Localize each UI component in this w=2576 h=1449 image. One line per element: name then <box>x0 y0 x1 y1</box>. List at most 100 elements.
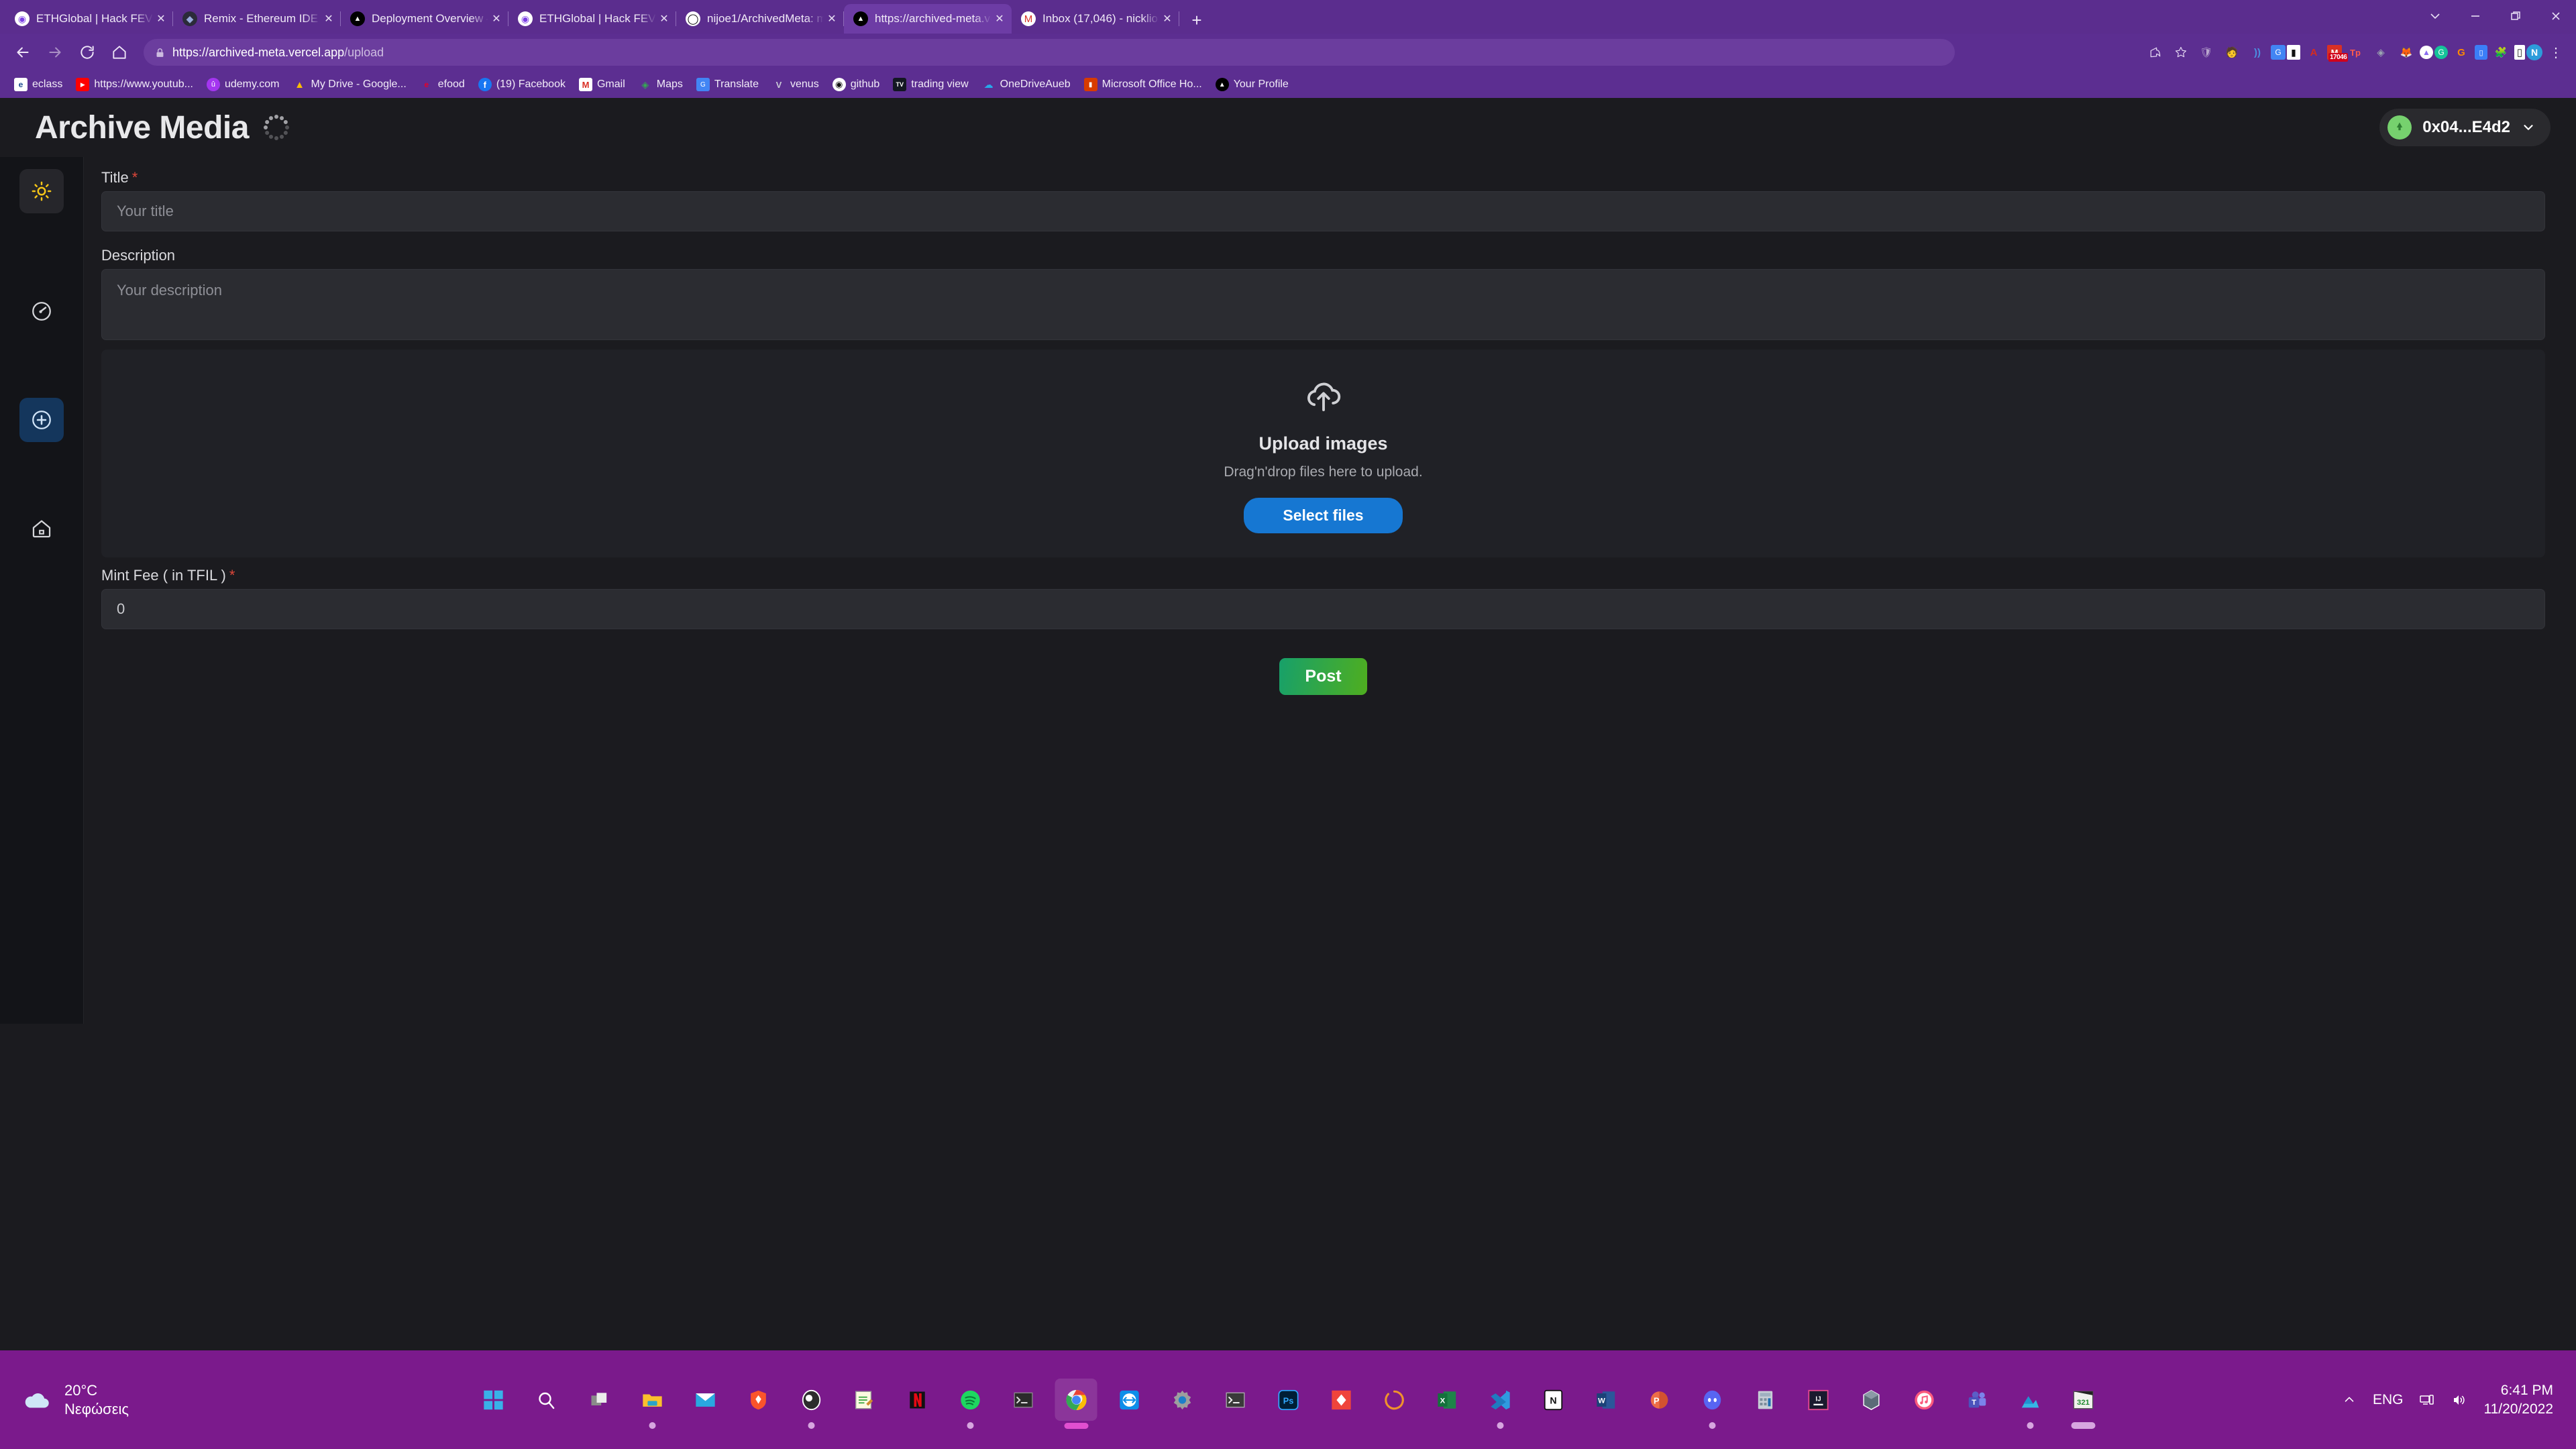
shield-extension-icon[interactable]: 🛡 <box>2194 40 2218 64</box>
adobe-extension-icon[interactable]: A <box>2302 40 2326 64</box>
tab-close-button[interactable]: ✕ <box>991 11 1008 27</box>
bookmark-item[interactable]: ▲ My Drive - Google... <box>287 75 413 94</box>
file-explorer-icon[interactable] <box>631 1379 674 1421</box>
volume-icon[interactable] <box>2451 1392 2467 1408</box>
vs-code-icon[interactable] <box>1479 1379 1521 1421</box>
bookmark-item[interactable]: f (19) Facebook <box>472 75 572 94</box>
browser-tab[interactable]: ◉ ETHGlobal | Hack FEVM ✕ <box>5 4 173 34</box>
bookmark-item[interactable]: ▲ Your Profile <box>1210 75 1295 94</box>
bitwarden-extension-icon[interactable]: ▯ <box>2475 45 2487 60</box>
puzzle-extensions-icon[interactable]: 🧩 <box>2489 40 2513 64</box>
bookmark-item[interactable]: G Translate <box>690 75 765 94</box>
back-icon[interactable] <box>8 38 38 67</box>
terminal-icon[interactable] <box>1002 1379 1044 1421</box>
anydesk-icon[interactable] <box>1320 1379 1362 1421</box>
browser-tab[interactable]: ◆ Remix - Ethereum IDE ✕ <box>173 4 341 34</box>
pocket-extension-icon[interactable]: ▮ <box>2287 45 2300 60</box>
description-input[interactable]: Your description <box>101 269 2545 340</box>
bookmark-item[interactable]: ◉ github <box>826 75 886 94</box>
browser-tab[interactable]: ◉ ETHGlobal | Hack FEVM ✕ <box>508 4 676 34</box>
browser-tab[interactable]: ◯ nijoe1/ArchivedMeta: my Hack FE ✕ <box>676 4 844 34</box>
phantom-extension-icon[interactable]: ▯ <box>2514 45 2525 60</box>
netflix-icon[interactable] <box>896 1379 938 1421</box>
command-prompt-icon[interactable] <box>1214 1379 1256 1421</box>
bookmark-item[interactable]: e efood <box>414 75 471 94</box>
bookmark-item[interactable]: e eclass <box>8 75 68 94</box>
task-view-icon[interactable] <box>578 1379 621 1421</box>
sidebar-item-create[interactable] <box>19 398 64 442</box>
home-icon[interactable] <box>105 38 134 67</box>
browser-tab-active[interactable]: ▲ https://archived-meta.vercel.app/ ✕ <box>844 4 1012 34</box>
browser-tab[interactable]: ▲ Deployment Overview – Dashboa ✕ <box>341 4 508 34</box>
title-input[interactable]: Your title <box>101 191 2545 231</box>
face-extension-icon[interactable]: 🧑 <box>2220 40 2244 64</box>
tab-close-button[interactable]: ✕ <box>153 11 169 27</box>
network-icon[interactable] <box>2419 1392 2435 1408</box>
new-tab-button[interactable]: + <box>1183 7 1210 34</box>
sidebar-item-dashboard[interactable] <box>19 289 64 333</box>
bookmark-item[interactable]: ▶ https://www.youtub... <box>70 75 199 94</box>
photoshop-icon[interactable]: Ps <box>1267 1379 1309 1421</box>
google-chrome-icon[interactable] <box>1055 1379 1097 1421</box>
metamask-extension-icon[interactable]: 🦊 <box>2394 40 2418 64</box>
photos-icon[interactable] <box>2009 1379 2051 1421</box>
select-files-button[interactable]: Select files <box>1244 497 1403 533</box>
notion-extension-icon[interactable]: N <box>2526 44 2542 60</box>
address-bar[interactable]: https://archived-meta.vercel.app/upload <box>144 39 1955 66</box>
tab-close-button[interactable]: ✕ <box>1159 11 1175 27</box>
notion-icon[interactable]: N <box>1532 1379 1574 1421</box>
spotify-icon[interactable] <box>949 1379 991 1421</box>
itunes-icon[interactable] <box>1903 1379 1945 1421</box>
bookmark-item[interactable]: V venus <box>766 75 825 94</box>
notepad-icon[interactable] <box>843 1379 885 1421</box>
reload-icon[interactable] <box>72 38 102 67</box>
bookmark-item[interactable]: ☁ OneDriveAueb <box>976 75 1077 94</box>
intellij-idea-icon[interactable]: IJ <box>1797 1379 1839 1421</box>
weather-widget[interactable]: 20°C Νεφώσεις <box>0 1381 129 1418</box>
google-translate-extension-icon[interactable]: G <box>2271 45 2286 60</box>
cast-icon[interactable]: )) <box>2245 40 2269 64</box>
tab-close-button[interactable]: ✕ <box>824 11 840 27</box>
movie-maker-icon[interactable]: 321 <box>2062 1379 2104 1421</box>
language-indicator[interactable]: ENG <box>2373 1392 2404 1408</box>
bookmark-item[interactable]: ◈ Maps <box>633 75 689 94</box>
gmail-checker-extension-icon[interactable]: M 17046 <box>2327 45 2349 62</box>
bookmark-item[interactable]: M Gmail <box>573 75 631 94</box>
metamask-flask-extension-icon[interactable]: ◈ <box>2369 40 2393 64</box>
tab-close-button[interactable]: ✕ <box>321 11 337 27</box>
sidebar-item-home[interactable] <box>19 506 64 551</box>
mint-fee-input[interactable]: 0 <box>101 589 2545 629</box>
discord-icon[interactable] <box>1691 1379 1733 1421</box>
calculator-icon[interactable] <box>1744 1379 1786 1421</box>
upload-dropzone[interactable]: Upload images Drag'n'drop files here to … <box>101 350 2545 557</box>
bookmark-item[interactable]: û udemy.com <box>201 75 286 94</box>
search-taskbar-icon[interactable] <box>525 1379 568 1421</box>
minimize-icon[interactable] <box>2455 0 2496 32</box>
clock[interactable]: 6:41 PM 11/20/2022 <box>2483 1381 2553 1418</box>
powerpoint-icon[interactable]: P <box>1638 1379 1680 1421</box>
tab-close-button[interactable]: ✕ <box>656 11 672 27</box>
word-icon[interactable]: W <box>1585 1379 1627 1421</box>
start-button[interactable] <box>472 1379 515 1421</box>
chrome-menu-icon[interactable]: ⋮ <box>2544 40 2568 64</box>
bookmark-item[interactable]: ▮ Microsoft Office Ho... <box>1078 75 1208 94</box>
tab-close-button[interactable]: ✕ <box>488 11 504 27</box>
settings-icon[interactable] <box>1161 1379 1203 1421</box>
teamviewer-icon[interactable] <box>1108 1379 1150 1421</box>
brave-browser-icon[interactable] <box>737 1379 780 1421</box>
rabby-extension-icon[interactable]: ▲ <box>2420 46 2433 59</box>
excel-icon[interactable]: X <box>1426 1379 1468 1421</box>
mail-icon[interactable] <box>684 1379 727 1421</box>
sidebar-item-theme-toggle[interactable] <box>19 169 64 213</box>
collapse-icon[interactable] <box>2415 0 2455 32</box>
gitpod-extension-icon[interactable]: G <box>2449 40 2473 64</box>
restore-icon[interactable] <box>2496 0 2536 32</box>
obs-studio-icon[interactable] <box>790 1379 833 1421</box>
wallet-address-button[interactable]: 0x04...E4d2 <box>2379 109 2551 146</box>
bookmark-item[interactable]: TV trading view <box>887 75 974 94</box>
forward-icon[interactable] <box>40 38 70 67</box>
browser-tab[interactable]: M Inbox (17,046) - nicklioniss@gma ✕ <box>1012 4 1179 34</box>
close-icon[interactable] <box>2536 0 2576 32</box>
loading-app-icon[interactable] <box>1373 1379 1415 1421</box>
star-icon[interactable] <box>2169 40 2193 64</box>
